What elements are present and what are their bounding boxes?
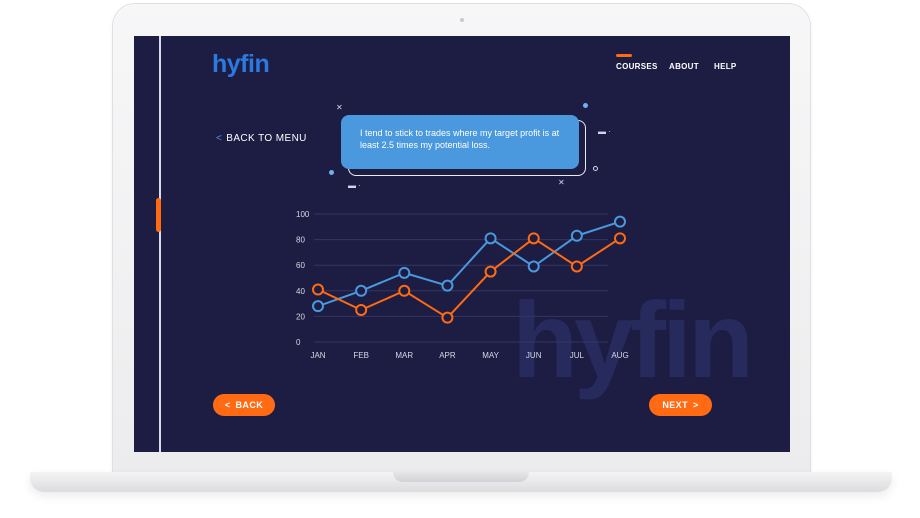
back-to-menu-label: BACK TO MENU <box>226 133 307 144</box>
data-point <box>398 284 411 297</box>
x-tick-label: FEB <box>353 351 369 360</box>
y-tick-label: 60 <box>296 261 305 270</box>
back-to-menu-link[interactable]: < BACK TO MENU <box>216 133 307 144</box>
chevron-left-icon: < <box>216 133 223 144</box>
data-point <box>355 304 368 316</box>
data-point <box>527 232 540 245</box>
next-button-label: NEXT <box>662 400 688 410</box>
data-point <box>441 311 454 324</box>
data-point <box>484 232 497 245</box>
app-screen: hyfin hyfin COURSES ABOUT HELP < BACK TO … <box>134 36 790 452</box>
data-point <box>398 266 411 279</box>
data-point <box>312 300 324 313</box>
sparkle-icon: ✕ <box>336 103 343 112</box>
dash-icon: ▬ · <box>348 181 361 190</box>
speech-bubble: I tend to stick to trades where my targe… <box>341 115 579 169</box>
y-tick-label: 40 <box>296 287 305 296</box>
data-point <box>614 215 626 228</box>
logo[interactable]: hyfin <box>212 50 270 79</box>
x-tick-label: JAN <box>310 351 325 360</box>
dash-icon: ▬ · <box>598 127 611 136</box>
data-point <box>614 232 626 245</box>
speech-bubble-text: I tend to stick to trades where my targe… <box>360 128 560 150</box>
x-tick-label: APR <box>439 351 456 360</box>
nav-item-courses[interactable]: COURSES <box>616 62 658 71</box>
x-tick-label: JUN <box>526 351 542 360</box>
x-tick-label: JUL <box>570 351 585 360</box>
data-point <box>527 260 540 273</box>
data-point <box>484 265 497 278</box>
sparkle-icon: ✕ <box>558 178 565 187</box>
laptop-notch <box>393 472 529 482</box>
dot-icon <box>329 170 334 175</box>
data-point <box>355 284 368 297</box>
nav-active-indicator <box>616 54 632 57</box>
ring-icon <box>593 166 598 171</box>
y-tick-label: 0 <box>296 338 301 347</box>
back-button[interactable]: < BACK <box>213 394 275 416</box>
chevron-right-icon: > <box>692 400 699 410</box>
progress-marker[interactable] <box>156 198 161 232</box>
nav-item-about[interactable]: ABOUT <box>669 62 699 71</box>
dot-icon <box>583 103 588 108</box>
back-button-label: BACK <box>235 400 264 410</box>
x-tick-label: AUG <box>611 351 628 360</box>
y-tick-label: 20 <box>296 312 305 321</box>
progress-rail <box>159 36 161 452</box>
chevron-left-icon: < <box>224 400 231 410</box>
y-tick-label: 100 <box>296 210 310 219</box>
data-point <box>570 229 583 242</box>
data-point <box>570 260 583 273</box>
line-chart: 0 20 40 60 80 100 JAN FEB MAR APR MAY JUN JUL AUG <box>296 210 629 360</box>
camera-icon <box>460 18 464 22</box>
data-point <box>441 279 454 292</box>
nav-item-help[interactable]: HELP <box>714 62 737 71</box>
x-tick-label: MAY <box>482 351 499 360</box>
x-tick-label: MAR <box>395 351 413 360</box>
data-point <box>312 283 324 296</box>
y-tick-label: 80 <box>296 236 305 245</box>
next-button[interactable]: NEXT > <box>649 394 712 416</box>
